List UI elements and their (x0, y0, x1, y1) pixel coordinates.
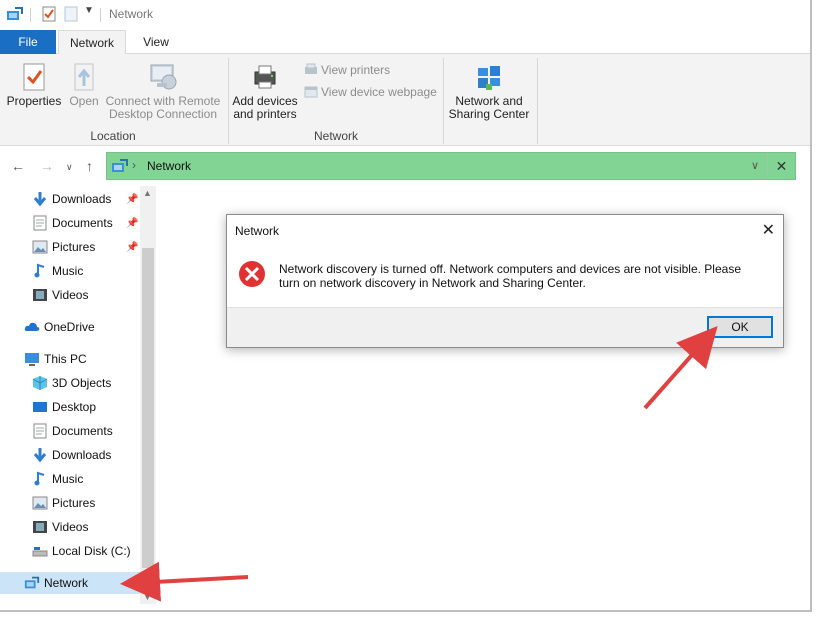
open-icon (74, 63, 94, 91)
nav-item-label: Downloads (52, 192, 112, 206)
document-icon (33, 423, 47, 439)
navigation-pane: Downloads 📌 Documents 📌 Pictures 📌 Music… (0, 186, 156, 610)
nav-item-label: Network (44, 576, 89, 590)
breadcrumb-chevron-icon[interactable]: › (132, 158, 136, 172)
open-button[interactable]: Open (66, 62, 102, 108)
forward-arrow-icon[interactable]: → (40, 158, 54, 174)
document-icon (33, 215, 47, 231)
up-arrow-icon[interactable]: ↑ (86, 158, 93, 174)
nav-item-label: Downloads (52, 448, 112, 462)
close-icon[interactable]: ✕ (762, 220, 775, 240)
cloud-icon (24, 322, 40, 331)
nav-item-label: Videos (52, 520, 89, 534)
error-x-icon (239, 261, 265, 287)
nav-item-label: Local Disk (C:) (52, 544, 131, 558)
cube-icon (32, 376, 48, 390)
customize-quick-access-icon[interactable]: ▼ (84, 5, 94, 21)
view-device-webpage-label: View device webpage (321, 85, 437, 99)
address-bar[interactable]: › Network ∨ ✕ (106, 152, 796, 180)
ribbon-separator (228, 58, 229, 144)
back-arrow-icon[interactable]: ← (11, 158, 25, 174)
network-discovery-dialog: Network ✕ Network discovery is turned of… (226, 214, 784, 348)
nav-item-label: Documents (52, 424, 113, 438)
file-explorer-window: ▼ Network File Network View Properties O… (0, 0, 812, 612)
pictures-icon (32, 496, 48, 510)
open-label: Open (69, 94, 99, 108)
add-devices-printers-button[interactable]: Add devices and printers (232, 62, 298, 121)
group-label-location: Location (90, 129, 136, 143)
desktop-icon (33, 402, 47, 412)
nav-item-label: OneDrive (44, 320, 95, 334)
nav-item-label: Pictures (52, 240, 96, 254)
network-icon (112, 159, 128, 172)
scroll-down-icon[interactable]: ▼ (143, 592, 152, 602)
film-icon (33, 289, 47, 301)
connect-remote-label-2: Desktop Connection (108, 107, 218, 121)
recent-locations-chevron-icon[interactable]: ∨ (66, 162, 73, 173)
nav-item-label: Documents (52, 216, 113, 230)
tab-network[interactable]: Network (58, 30, 126, 55)
dialog-message: Network discovery is turned off. Network… (279, 262, 741, 290)
nav-item-label: Music (52, 264, 84, 278)
close-icon[interactable]: ✕ (767, 153, 795, 179)
ok-button[interactable]: OK (707, 316, 773, 338)
properties-button[interactable]: Properties (6, 62, 62, 108)
title-bar: ▼ Network (0, 0, 810, 30)
computer-icon (25, 353, 39, 366)
view-printers-label: View printers (321, 63, 391, 77)
ribbon: Properties Open Connect with Remote Desk… (0, 54, 810, 146)
properties-label: Properties (6, 94, 62, 108)
network-sharing-center-button[interactable]: Network and Sharing Center (448, 62, 530, 121)
view-device-webpage-icon (304, 86, 318, 98)
properties-icon (23, 63, 45, 91)
sharing-center-label-2: Sharing Center (448, 107, 530, 121)
nav-item-label: Pictures (52, 496, 96, 510)
printer-icon (254, 65, 276, 89)
properties-quick-icon[interactable] (41, 6, 57, 22)
group-label-network: Network (313, 129, 358, 143)
scrollbar-thumb[interactable] (142, 248, 154, 568)
music-note-icon (34, 263, 45, 278)
scroll-up-icon[interactable]: ▲ (143, 188, 152, 198)
pin-icon[interactable]: 📌 (126, 194, 138, 205)
download-arrow-icon (33, 192, 47, 207)
ribbon-separator (443, 58, 444, 144)
add-devices-label-2: and printers (233, 107, 297, 121)
nav-scrollbar[interactable]: ▲ ▼ (140, 186, 156, 604)
ribbon-separator (537, 58, 538, 144)
view-device-webpage-button[interactable]: View device webpage (304, 84, 437, 100)
window-title: Network (109, 7, 154, 21)
remote-desktop-icon (150, 64, 177, 90)
network-icon (24, 576, 40, 589)
dialog-title: Network (235, 224, 280, 238)
drive-icon (32, 547, 48, 557)
nav-item-label: Music (52, 472, 84, 486)
nav-item-label: Desktop (52, 400, 97, 414)
address-dropdown-icon[interactable]: ∨ (751, 159, 759, 172)
pin-icon[interactable]: 📌 (126, 242, 138, 253)
new-folder-quick-icon[interactable] (64, 6, 78, 22)
tab-file[interactable]: File (0, 30, 56, 54)
nav-item-label: 3D Objects (52, 376, 112, 390)
address-path[interactable]: Network (147, 159, 191, 173)
dialog-footer (227, 307, 783, 347)
view-printers-icon (305, 63, 317, 74)
pin-icon[interactable]: 📌 (126, 218, 138, 229)
nav-item-label: This PC (44, 352, 87, 366)
pictures-icon (32, 240, 48, 254)
tab-view[interactable]: View (130, 30, 182, 54)
connect-remote-desktop-button[interactable]: Connect with Remote Desktop Connection (104, 62, 222, 121)
network-sharing-center-icon (478, 66, 500, 90)
ribbon-tabs: File Network View (0, 30, 810, 55)
music-note-icon (34, 471, 45, 486)
view-printers-button[interactable]: View printers (304, 62, 390, 78)
download-arrow-icon (33, 448, 47, 463)
nav-item-label: Videos (52, 288, 89, 302)
network-icon (7, 7, 23, 20)
film-icon (33, 521, 47, 533)
